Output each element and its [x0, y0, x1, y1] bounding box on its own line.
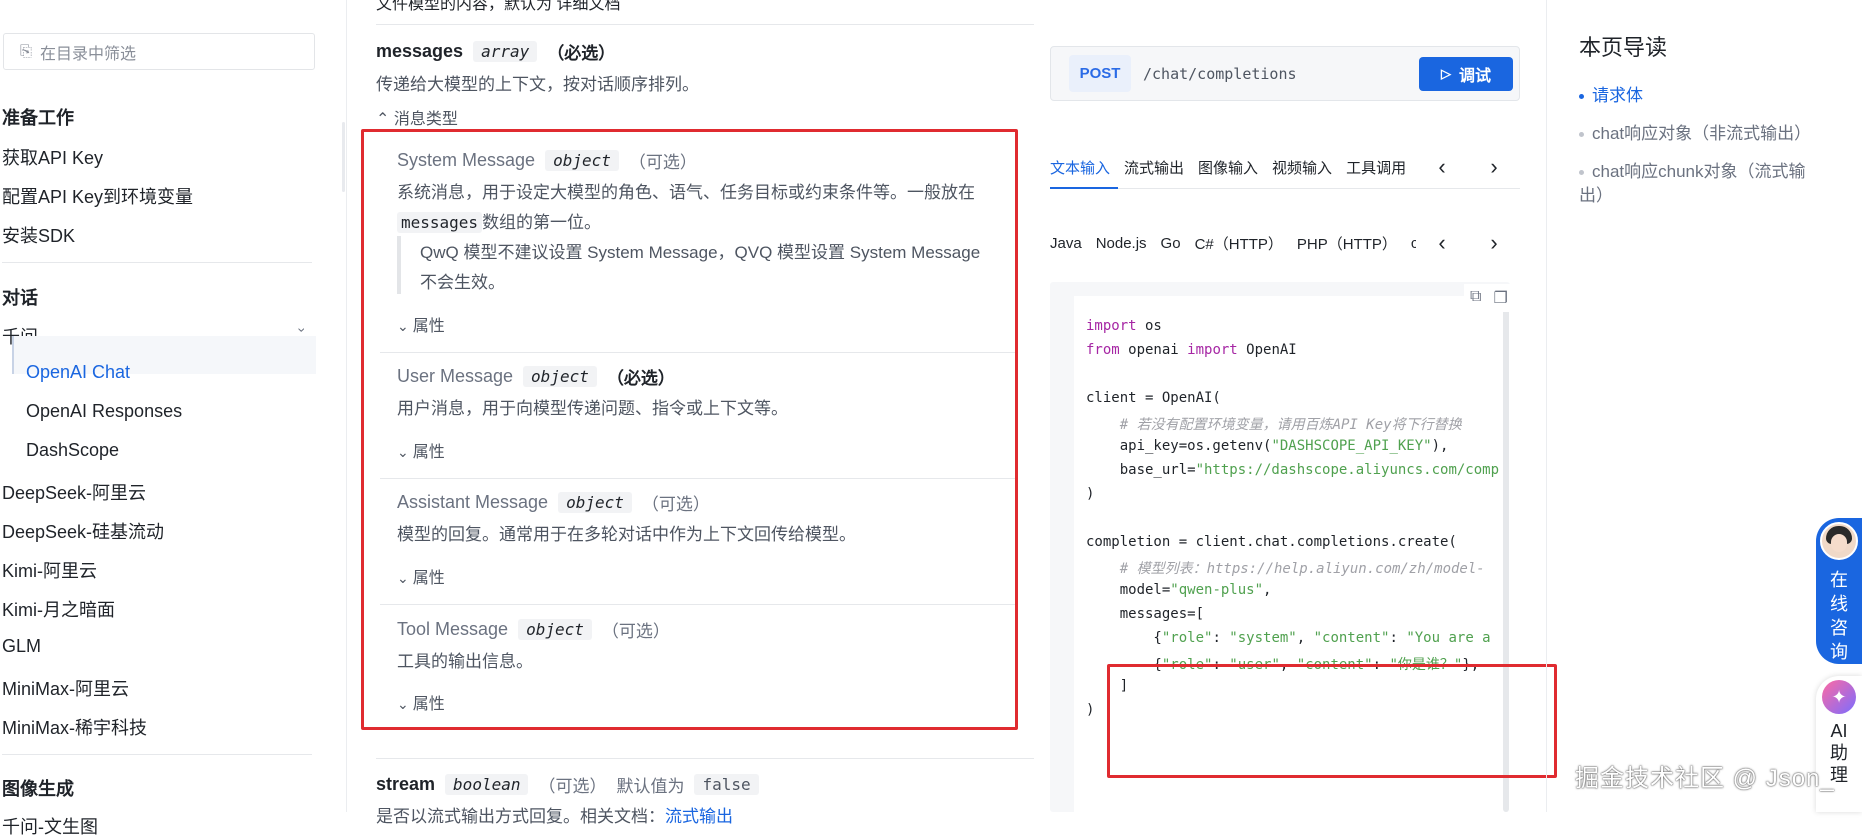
lang-tab-java[interactable]: Java	[1050, 235, 1082, 252]
http-method-badge: POST	[1069, 55, 1131, 92]
watermark: 掘金技术社区 @ Json_	[1575, 765, 1835, 792]
code-line: base_url="https://dashscope.aliyuncs.com…	[1086, 462, 1500, 478]
avatar	[1820, 522, 1858, 560]
highlight-box-message-types	[361, 129, 1018, 730]
chevron-left-icon[interactable]: ‹	[1438, 154, 1445, 180]
lang-tab-php[interactable]: PHP（HTTP）	[1297, 233, 1397, 254]
sparkle-icon: ✦	[1822, 680, 1856, 714]
active-tab-indicator	[1050, 187, 1118, 189]
nav-item-install-sdk[interactable]: 安装SDK	[2, 222, 75, 248]
chevron-up-icon: ⌃	[376, 111, 390, 128]
param-desc: 传递给大模型的上下文，按对话顺序排列。	[376, 75, 699, 94]
chevron-down-icon[interactable]: ›	[294, 328, 310, 333]
code-line: api_key=os.getenv("DASHSCOPE_API_KEY"),	[1086, 438, 1449, 454]
toc-item-chat-chunk[interactable]: chat响应chunk对象（流式输出）	[1579, 160, 1829, 208]
code-line: model="qwen-plus",	[1086, 582, 1272, 598]
stream-param-header: stream boolean （可选） 默认值为 false	[376, 772, 759, 797]
nav-item-openai-chat[interactable]: OpenAI Chat	[26, 362, 130, 383]
lang-tab-csharp[interactable]: C#（HTTP）	[1195, 233, 1283, 254]
code-line: completion = client.chat.completions.cre…	[1086, 534, 1457, 550]
top-cut-text: 文件模型的内容，默认为 详细文档	[376, 0, 621, 13]
endpoint-path: /chat/completions	[1143, 65, 1297, 83]
copy-icon[interactable]: ❐	[1493, 288, 1507, 308]
nav-item-openai-responses[interactable]: OpenAI Responses	[26, 401, 182, 422]
param-name: messages	[376, 41, 464, 61]
nav-item-minimax-xiyu[interactable]: MiniMax-稀宇科技	[2, 714, 147, 740]
play-icon: ▷	[1440, 66, 1451, 81]
debug-button[interactable]: ▷ 调试	[1419, 57, 1513, 91]
code-line: import os	[1086, 318, 1162, 334]
tab-text-input[interactable]: 文本输入	[1050, 157, 1110, 178]
param-type: array	[473, 41, 538, 62]
stream-param-desc: 是否以流式输出方式回复。相关文档：流式输出	[376, 807, 733, 826]
tab-tool-call[interactable]: 工具调用	[1346, 157, 1406, 178]
nav-item-qwen-t2i[interactable]: 千问-文生图	[2, 813, 98, 839]
code-line: {"role": "system", "content": "You are a	[1086, 630, 1491, 646]
filter-icon: ⎘	[20, 43, 33, 60]
sidebar-scrollbar[interactable]	[342, 122, 345, 192]
highlight-box-messages-code	[1107, 664, 1557, 778]
filter-placeholder: 在目录中筛选	[40, 45, 137, 63]
code-line: # 若没有配置环境变量，请用百炼API Key将下行替换	[1086, 417, 1462, 433]
consult-label: 在线咨询	[1830, 570, 1848, 662]
nav-divider	[2, 754, 312, 755]
nav-divider	[2, 262, 312, 263]
toc-item-chat-response[interactable]: chat响应对象（非流式输出）	[1579, 122, 1829, 146]
message-types-toggle[interactable]: ⌃ 消息类型	[376, 105, 458, 129]
toc-title: 本页导读	[1579, 35, 1668, 60]
nav-item-dashscope[interactable]: DashScope	[26, 440, 119, 461]
tab-video-input[interactable]: 视频输入	[1272, 157, 1332, 178]
nav-item-get-api-key[interactable]: 获取API Key	[2, 144, 103, 170]
online-consult-widget[interactable]: 在线咨询	[1816, 518, 1862, 664]
nav-item-glm[interactable]: GLM	[2, 636, 41, 657]
nav-heading-chat: 对话	[2, 288, 38, 308]
tab-scroll-arrows: ‹ ›	[1416, 146, 1520, 188]
nav-item-config-api-key[interactable]: 配置API Key到环境变量	[2, 183, 193, 209]
code-actions: ⧉ ❐	[1464, 284, 1514, 312]
nav-item-minimax-aliyun[interactable]: MiniMax-阿里云	[2, 675, 129, 701]
code-line: client = OpenAI(	[1086, 390, 1221, 406]
page-toc: 本页导读 请求体 chat响应对象（非流式输出） chat响应chunk对象（流…	[1546, 0, 1862, 812]
sidebar: ⎘ 在目录中筛选 准备工作 获取API Key 配置API Key到环境变量 安…	[0, 0, 347, 837]
code-line: from openai import OpenAI	[1086, 342, 1297, 358]
nav-item-kimi-aliyun[interactable]: Kimi-阿里云	[2, 557, 97, 583]
code-line: )	[1086, 702, 1095, 718]
tab-stream-output[interactable]: 流式输出	[1124, 157, 1184, 178]
nav-item-kimi-moonshot[interactable]: Kimi-月之暗面	[2, 596, 115, 622]
tab-image-input[interactable]: 图像输入	[1198, 157, 1258, 178]
lang-tab-nodejs[interactable]: Node.js	[1096, 235, 1147, 252]
param-required: （必选）	[547, 44, 616, 63]
stream-doc-link[interactable]: 流式输出	[665, 807, 733, 826]
nav-heading-prep: 准备工作	[2, 108, 74, 128]
toc-filter-input[interactable]: ⎘ 在目录中筛选	[3, 33, 315, 70]
chevron-right-icon[interactable]: ›	[1490, 230, 1497, 256]
nav-item-deepseek-siliconflow[interactable]: DeepSeek-硅基流动	[2, 518, 164, 544]
lang-scroll-arrows: ‹ ›	[1416, 222, 1520, 264]
section-divider	[376, 758, 1034, 759]
toc-item-request-body[interactable]: 请求体	[1579, 84, 1829, 108]
language-tabs: Java Node.js Go C#（HTTP） PHP（HTTP） curl …	[1050, 222, 1520, 264]
lang-tab-go[interactable]: Go	[1161, 235, 1181, 252]
messages-param-header: messages array （必选）	[376, 39, 615, 64]
open-in-editor-icon[interactable]: ⧉	[1470, 288, 1481, 308]
code-line: messages=[	[1086, 606, 1205, 622]
request-bar: POST /chat/completions ▷ 调试	[1050, 46, 1520, 101]
chevron-left-icon[interactable]: ‹	[1438, 230, 1445, 256]
feature-tabs: 文本输入 流式输出 图像输入 视频输入 工具调用 联 ‹ ›	[1050, 146, 1520, 189]
code-line: # 模型列表：https://help.aliyun.com/zh/model-	[1086, 561, 1485, 577]
nav-item-deepseek-aliyun[interactable]: DeepSeek-阿里云	[2, 479, 146, 505]
section-divider	[376, 24, 1034, 25]
code-line: )	[1086, 486, 1095, 502]
nav-heading-image: 图像生成	[2, 779, 74, 799]
chevron-right-icon[interactable]: ›	[1490, 154, 1497, 180]
